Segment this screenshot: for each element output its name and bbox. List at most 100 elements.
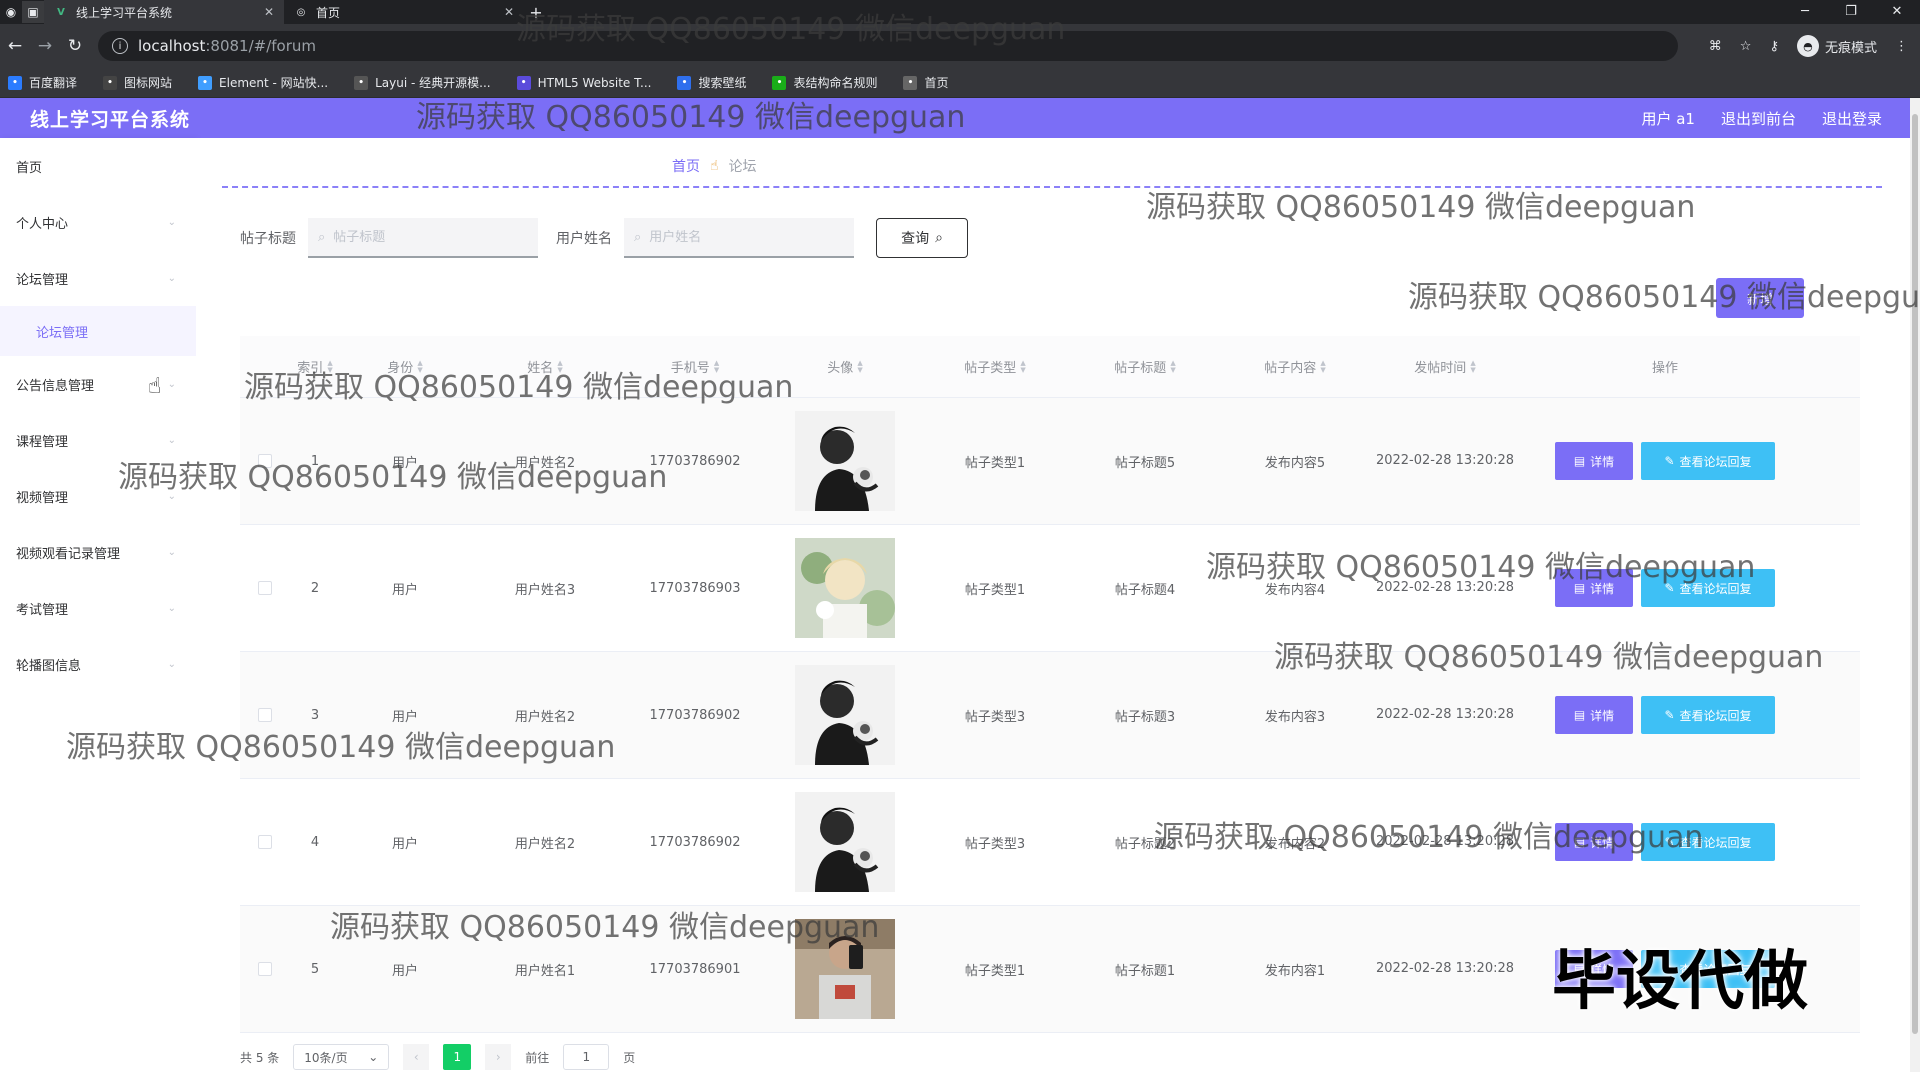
title-search-input[interactable] (333, 229, 524, 245)
row-checkbox[interactable] (258, 708, 272, 722)
browser-tab-active[interactable]: V 线上学习平台系统 ✕ (44, 0, 284, 24)
detail-button[interactable]: ▤ 详情 (1555, 569, 1633, 607)
detail-button[interactable]: ▤ 详情 (1555, 442, 1633, 480)
row-phone: 17703786902 (649, 453, 741, 469)
column-header[interactable]: 帖子内容 ▲ ▼ (1220, 357, 1370, 376)
user-search-input[interactable] (649, 229, 840, 245)
star-icon[interactable]: ☆ (1740, 39, 1752, 54)
avatar[interactable] (795, 792, 895, 892)
row-checkbox[interactable] (258, 581, 272, 595)
row-checkbox[interactable] (258, 962, 272, 976)
sidebar-item[interactable]: 公告信息管理 ⌄ (0, 356, 196, 412)
sidebar-item[interactable]: 个人中心 ⌄ (0, 194, 196, 250)
row-name: 用户姓名2 (514, 836, 576, 852)
tab-search-icon[interactable]: ▣ (22, 1, 44, 23)
key-icon[interactable]: ⚷ (1769, 39, 1779, 54)
url-field[interactable]: i localhost:8081/#/forum (98, 31, 1678, 61)
minimize-icon[interactable]: ─ (1782, 0, 1828, 24)
avatar[interactable] (795, 538, 895, 638)
sidebar-item[interactable]: 考试管理 ⌄ (0, 580, 196, 636)
row-checkbox[interactable] (258, 454, 272, 468)
goto-suffix: 页 (623, 1050, 636, 1065)
page-number-active[interactable]: 1 (443, 1044, 472, 1070)
sort-icon[interactable]: ▲ ▼ (327, 359, 332, 374)
column-header[interactable]: 手机号 ▲ ▼ (620, 357, 770, 376)
row-checkbox[interactable] (258, 835, 272, 849)
column-header-label: 索引 (297, 361, 324, 376)
goto-page-input[interactable]: 1 (563, 1044, 610, 1070)
page-size-select[interactable]: 10条/页 ⌄ (293, 1044, 390, 1070)
add-button[interactable]: 新增 (1716, 278, 1804, 318)
user-name[interactable]: 用户 a1 (1641, 108, 1695, 129)
sort-icon[interactable]: ▲ ▼ (557, 359, 562, 374)
table-row: 3 用户 用户姓名2 17703786902 帖子类型3 帖子标题3 发布内容3 2022-0… (240, 652, 1860, 779)
bookmarks-bar: • 百度翻译 • 图标网站 • Element - 网站快... • Layui - 经典开源… (0, 68, 1920, 98)
restore-icon[interactable]: ❐ (1828, 0, 1874, 24)
sidebar-item[interactable]: 轮播图信息 ⌄ (0, 636, 196, 692)
bookmark-item[interactable]: • Layui - 经典开源模... (354, 74, 491, 91)
next-page-button[interactable]: › (485, 1044, 512, 1070)
close-window-icon[interactable]: ✕ (1874, 0, 1920, 24)
column-header[interactable]: 发帖时间 ▲ ▼ (1370, 357, 1520, 376)
edit-icon: ✎ (1664, 581, 1675, 595)
browser-tab[interactable]: ◎ 首页 ✕ (284, 0, 524, 24)
prev-page-button[interactable]: ‹ (403, 1044, 430, 1070)
sidebar-subitem-forum[interactable]: 论坛管理 (0, 306, 196, 356)
view-replies-button[interactable]: ✎ 查看论坛回复 (1641, 823, 1775, 861)
more-icon[interactable]: ⋮ (1895, 39, 1908, 54)
bookmark-item[interactable]: • 搜索壁纸 (677, 74, 746, 91)
detail-button[interactable]: ▤ 详情 (1555, 823, 1633, 861)
chrome-menu-icon[interactable]: ◉ (0, 1, 22, 23)
column-header[interactable]: 帖子标题 ▲ ▼ (1070, 357, 1220, 376)
translate-icon[interactable]: ⌘ (1709, 39, 1722, 54)
back-to-front-link[interactable]: 退出到前台 (1721, 108, 1796, 129)
sidebar-item[interactable]: 课程管理 ⌄ (0, 412, 196, 468)
incognito-badge[interactable]: ◓ 无痕模式 (1796, 35, 1877, 57)
breadcrumb-home[interactable]: 首页 (672, 156, 700, 176)
avatar[interactable] (795, 411, 895, 511)
column-header[interactable]: 帖子类型 ▲ ▼ (920, 357, 1070, 376)
close-tab-icon[interactable]: ✕ (504, 5, 514, 19)
avatar[interactable] (795, 665, 895, 765)
detail-button[interactable]: ▤ 详情 (1555, 696, 1633, 734)
bookmark-item[interactable]: • 首页 (903, 74, 949, 91)
back-icon[interactable]: ← (0, 36, 30, 56)
query-button[interactable]: 查询 ⌕ (876, 218, 968, 258)
reload-icon[interactable]: ↻ (60, 36, 90, 56)
page-scrollbar[interactable] (1910, 98, 1920, 1072)
sort-icon[interactable]: ▲ ▼ (857, 359, 862, 374)
info-icon[interactable]: i (112, 38, 128, 54)
row-post-type: 帖子类型1 (964, 963, 1026, 979)
column-header[interactable]: 姓名 ▲ ▼ (470, 357, 620, 376)
view-replies-button[interactable]: ✎ 查看论坛回复 (1641, 442, 1775, 480)
column-header[interactable]: 索引 ▲ ▼ (290, 357, 340, 376)
sort-icon[interactable]: ▲ ▼ (714, 359, 719, 374)
document-icon: ▤ (1573, 835, 1586, 849)
view-replies-button[interactable]: ✎ 查看论坛回复 (1641, 696, 1775, 734)
sort-icon[interactable]: ▲ ▼ (1470, 359, 1475, 374)
bookmark-item[interactable]: • 表结构命名规则 (772, 74, 877, 91)
sidebar-item-label: 公告信息管理 (16, 378, 95, 394)
view-replies-button[interactable]: ✎ 查看论坛回复 (1641, 569, 1775, 607)
avatar[interactable] (795, 919, 895, 1019)
tab-title: 首页 (316, 5, 341, 20)
bookmark-item[interactable]: • 图标网站 (103, 74, 172, 91)
column-header[interactable]: 头像 ▲ ▼ (770, 357, 920, 376)
bookmark-item[interactable]: • 百度翻译 (8, 74, 77, 91)
bookmark-item[interactable]: • HTML5 Website T... (516, 75, 651, 90)
sort-icon[interactable]: ▲ ▼ (1020, 359, 1025, 374)
scrollbar-thumb[interactable] (1912, 114, 1918, 1034)
logout-link[interactable]: 退出登录 (1822, 108, 1882, 129)
sort-icon[interactable]: ▲ ▼ (417, 359, 422, 374)
close-tab-icon[interactable]: ✕ (264, 5, 274, 19)
sidebar-item[interactable]: 首页 (0, 138, 196, 194)
new-tab-button[interactable]: + (524, 3, 548, 22)
forward-icon[interactable]: → (30, 36, 60, 56)
sort-icon[interactable]: ▲ ▼ (1320, 359, 1325, 374)
bookmark-item[interactable]: • Element - 网站快... (198, 74, 328, 91)
column-header[interactable]: 身份 ▲ ▼ (340, 357, 470, 376)
sidebar-item[interactable]: 论坛管理 ⌄ (0, 250, 196, 306)
sort-icon[interactable]: ▲ ▼ (1170, 359, 1175, 374)
sidebar-item[interactable]: 视频管理 ⌄ (0, 468, 196, 524)
sidebar-item[interactable]: 视频观看记录管理 ⌄ (0, 524, 196, 580)
